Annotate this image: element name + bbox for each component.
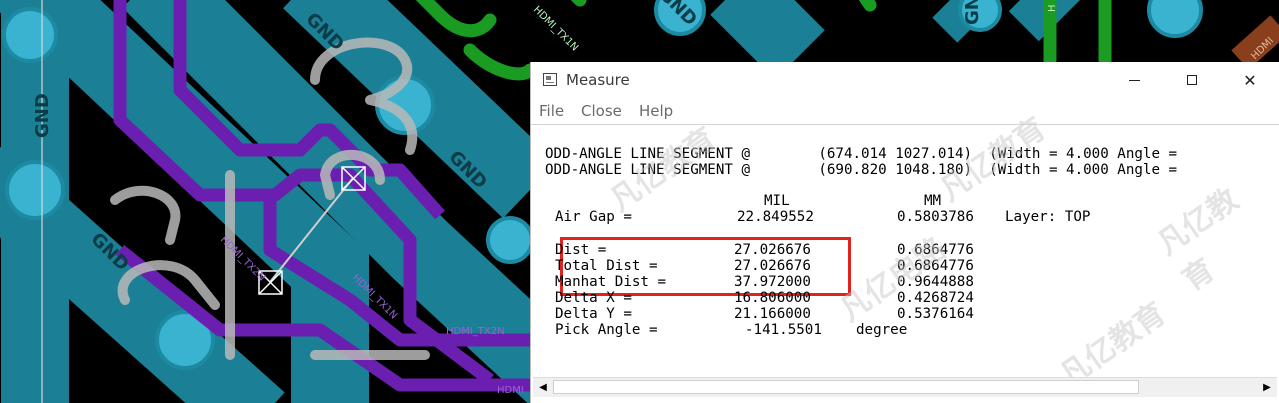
via — [486, 216, 534, 264]
delta-y-mm: 0.5376164 — [897, 306, 974, 322]
scroll-left-icon[interactable]: ◀ — [536, 380, 550, 395]
via — [1147, 0, 1203, 38]
title-bar[interactable]: Measure ✕ — [531, 62, 1279, 98]
dist-mm: 0.6864776 — [897, 242, 974, 258]
net-label: GND — [962, 0, 983, 25]
gnd-trace — [710, 0, 825, 80]
header-mm: MM — [924, 193, 942, 209]
watermark: 凡亿教育 — [1151, 182, 1245, 299]
menu-file[interactable]: File — [539, 102, 564, 120]
pick-angle-label: Pick Angle = — [555, 322, 658, 338]
header-mil: MIL — [764, 193, 790, 209]
maximize-button[interactable] — [1163, 62, 1221, 98]
manhat-dist-mil: 37.972000 — [734, 274, 811, 290]
dist-label: Dist = — [555, 242, 607, 258]
net-label: HDMI — [497, 385, 524, 396]
airgap-label: Air Gap = — [555, 209, 632, 225]
net-label: GND — [32, 93, 53, 138]
pick-angle-value: -141.5501 — [745, 322, 822, 338]
maximize-icon — [1187, 75, 1197, 85]
airgap-mm: 0.5803786 — [897, 209, 974, 225]
menu-bar: File Close Help — [531, 98, 1279, 124]
scrollbar-thumb[interactable] — [553, 380, 1139, 394]
delta-y-mil: 21.166000 — [734, 306, 811, 322]
manhat-dist-mm: 0.9644888 — [897, 274, 974, 290]
close-icon: ✕ — [1243, 70, 1257, 90]
delta-x-mm: 0.4268724 — [897, 290, 974, 306]
via — [2, 7, 58, 63]
measure-output: ODD-ANGLE LINE SEGMENT @ (674.014 1027.0… — [531, 111, 1279, 394]
airgap-layer: Layer: TOP — [1005, 209, 1091, 225]
airgap-mil: 22.849552 — [737, 209, 814, 225]
minimize-button[interactable] — [1105, 62, 1163, 98]
total-dist-mm: 0.6864776 — [897, 258, 974, 274]
delta-x-label: Delta X = — [555, 290, 632, 306]
horizontal-scrollbar[interactable]: ◀ ▶ — [533, 377, 1277, 397]
minimize-icon — [1128, 79, 1140, 81]
via — [5, 160, 65, 220]
window-title: Measure — [566, 71, 630, 89]
app-icon — [543, 73, 557, 86]
net-label: H — [1047, 4, 1058, 12]
manhat-dist-label: Manhat Dist = — [555, 274, 667, 290]
scroll-right-icon[interactable]: ▶ — [1260, 380, 1274, 395]
total-dist-label: Total Dist = — [555, 258, 658, 274]
close-button[interactable]: ✕ — [1221, 62, 1279, 98]
menu-help[interactable]: Help — [639, 102, 673, 120]
delta-y-label: Delta Y = — [555, 306, 632, 322]
segment-line-1: ODD-ANGLE LINE SEGMENT @ (674.014 1027.0… — [545, 146, 1178, 162]
net-label: HDMI_TX2N — [446, 326, 505, 337]
menu-close[interactable]: Close — [581, 102, 622, 120]
delta-x-mil: 16.806000 — [734, 290, 811, 306]
measure-window[interactable]: Measure ✕ File Close Help ODD-ANGLE LINE… — [530, 62, 1279, 403]
pick-angle-unit: degree — [856, 322, 908, 338]
total-dist-mil: 27.026676 — [734, 258, 811, 274]
dist-mil: 27.026676 — [734, 242, 811, 258]
segment-line-2: ODD-ANGLE LINE SEGMENT @ (690.820 1048.1… — [545, 162, 1178, 178]
